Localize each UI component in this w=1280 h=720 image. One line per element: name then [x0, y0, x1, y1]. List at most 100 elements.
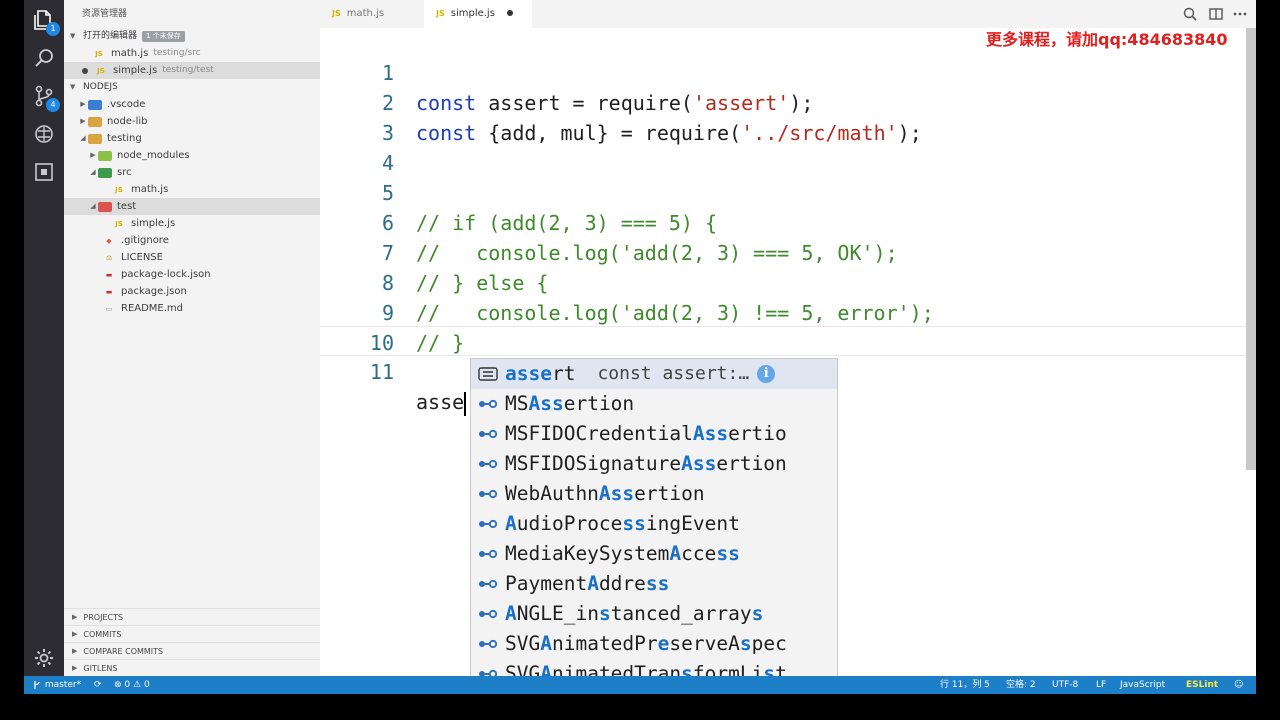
suggest-match: s — [739, 632, 752, 655]
extensions-icon[interactable] — [32, 160, 56, 184]
warning-icon: ⚠ — [133, 680, 142, 690]
chevron-down-icon: ◢ — [90, 202, 96, 210]
tree-item-simple-js[interactable]: JS simple.js — [64, 215, 320, 232]
js-file-icon: JS — [97, 66, 105, 75]
suggest-item[interactable]: AudioProce ss ingEvent — [471, 509, 837, 539]
search-icon[interactable] — [32, 46, 56, 70]
source-control-icon[interactable]: 4 — [32, 84, 60, 112]
tree-item-vscode[interactable]: ▶ .vscode — [64, 96, 320, 113]
vertical-scrollbar[interactable] — [1246, 28, 1256, 470]
split-editor-icon[interactable] — [1208, 6, 1224, 22]
tree-item-test[interactable]: ◢ test — [64, 198, 320, 215]
interface-kind-icon — [477, 486, 499, 502]
panel-label: PROJECTS — [83, 612, 124, 622]
panel-compare-commits[interactable]: ▶ COMPARE COMMITS — [64, 642, 320, 659]
tree-item-package-json[interactable]: ▬ package.json — [64, 283, 320, 300]
tree-item-label: README.md — [121, 303, 184, 314]
tab-math-js[interactable]: JS math.js — [320, 0, 424, 28]
suggest-item[interactable]: MediaKeySystem Acce ss — [471, 539, 837, 569]
more-actions-icon[interactable] — [1232, 6, 1248, 22]
suggest-list: MS Ass ertion MSFIDOCredential Ass ertio MSFID… — [471, 389, 837, 687]
panel-label: COMMITS — [83, 629, 122, 639]
code-line: 3 — [320, 88, 1256, 145]
suggest-match: A — [669, 542, 682, 565]
open-editor-simple-js[interactable]: JS simple.js testing/test — [64, 62, 320, 79]
interface-kind-icon — [477, 546, 499, 562]
suggest-item[interactable]: MS Ass ertion — [471, 389, 837, 419]
suggest-text: MSFIDOCredential — [505, 422, 693, 445]
suggest-item[interactable]: SVG AnimatedPr e serveA s pec — [471, 629, 837, 659]
tree-item-src[interactable]: ◢ src — [64, 164, 320, 181]
suggest-match: A — [540, 632, 552, 655]
markdown-icon: ▭ — [105, 304, 113, 313]
git-icon: ◆ — [106, 236, 112, 245]
tree-item-math-js[interactable]: JS math.js — [64, 181, 320, 198]
suggest-match: Ass — [692, 422, 729, 445]
chevron-right-icon: ▶ — [80, 117, 86, 125]
chevron-down-icon: ▼ — [70, 32, 76, 40]
info-icon[interactable]: i — [757, 365, 776, 383]
panel-projects[interactable]: ▶ PROJECTS — [64, 608, 320, 625]
project-header[interactable]: ▼ NODEJS — [64, 79, 320, 96]
problems-status[interactable]: ⊗ 0 ⚠ 0 — [114, 676, 150, 694]
tab-simple-js[interactable]: JS simple.js — [424, 0, 532, 28]
tree-item-label: simple.js — [131, 218, 176, 229]
eslint-status[interactable]: ESLint — [1186, 676, 1218, 694]
suggest-text: cce — [681, 542, 717, 565]
watermark: 更多课程，请加qq:484683840 — [986, 30, 1228, 49]
tab-label: math.js — [346, 8, 385, 19]
tree-item-label: LICENSE — [121, 252, 163, 263]
chevron-right-icon: ▶ — [90, 151, 96, 159]
suggest-item[interactable]: Payment Addre ss — [471, 569, 837, 599]
cursor-position[interactable]: 行 11，列 5 — [940, 676, 990, 694]
src-folder-icon — [98, 167, 112, 178]
language-mode[interactable]: JavaScript — [1120, 676, 1165, 694]
feedback-icon[interactable]: ☺ — [1234, 676, 1243, 694]
suggest-match: s — [598, 602, 611, 625]
tree-item-label: testing — [107, 133, 142, 144]
tree-item-gitignore[interactable]: ◆ .gitignore — [64, 232, 320, 249]
tree-item-label: .vscode — [107, 99, 146, 110]
tree-item-node-modules[interactable]: ▶ node_modules — [64, 147, 320, 164]
tree-item-package-lock-json[interactable]: ▬ package-lock.json — [64, 266, 320, 283]
open-changes-icon[interactable] — [1182, 6, 1198, 22]
tree-item-license[interactable]: ⚖ LICENSE — [64, 249, 320, 266]
tree-item-readme-md[interactable]: ▭ README.md — [64, 300, 320, 317]
tree-item-node-lib[interactable]: ▶ node-lib — [64, 113, 320, 130]
suggest-match: A — [505, 512, 517, 535]
suggest-text: tanced_array — [610, 602, 752, 625]
open-editors-header[interactable]: ▼ 打开的编辑器 1 个未保存 — [64, 28, 320, 45]
open-editor-name: simple.js — [113, 65, 158, 76]
tree-item-label: package-lock.json — [121, 269, 211, 280]
suggest-text: SVG — [505, 632, 541, 655]
suggest-text: ingEvent — [645, 512, 740, 535]
panel-label: COMPARE COMMITS — [83, 646, 164, 656]
source-control-badge: 4 — [46, 98, 60, 112]
indentation[interactable]: 空格: 2 — [1006, 676, 1036, 694]
suggest-text: ertion — [563, 392, 635, 415]
suggest-item[interactable]: WebAuthn Ass ertion — [471, 479, 837, 509]
suggest-item[interactable]: A NGLE_in s tanced_array s — [471, 599, 837, 629]
suggest-item-selected[interactable]: asse rt const assert:… i — [471, 359, 837, 389]
settings-gear-icon[interactable] — [32, 646, 56, 670]
tree-item-testing[interactable]: ◢ testing — [64, 130, 320, 147]
explorer-icon[interactable]: 1 — [32, 8, 60, 36]
open-editor-math-js[interactable]: JS math.js testing/src — [64, 45, 320, 62]
debug-icon[interactable] — [32, 122, 56, 146]
end-of-line[interactable]: LF — [1096, 676, 1106, 694]
tree-item-label: math.js — [131, 184, 169, 195]
current-code-line: 11 asse — [320, 326, 1256, 416]
tree-item-label: .gitignore — [121, 235, 169, 246]
chevron-right-icon: ▶ — [80, 100, 86, 108]
branch-status[interactable]: master* — [32, 676, 81, 694]
suggest-match: s — [751, 602, 764, 625]
suggest-item[interactable]: MSFIDOSignature Ass ertion — [471, 449, 837, 479]
panel-commits[interactable]: ▶ COMMITS — [64, 625, 320, 642]
encoding[interactable]: UTF-8 — [1052, 676, 1078, 694]
suggest-widget: asse rt const assert:… i MS Ass ertion MSFID… — [470, 358, 838, 688]
warning-count: 0 — [143, 680, 150, 690]
interface-kind-icon — [477, 516, 499, 532]
sync-icon[interactable]: ⟳ — [94, 676, 102, 694]
panel-gitlens[interactable]: ▶ GITLENS — [64, 659, 320, 676]
suggest-item[interactable]: MSFIDOCredential Ass ertio — [471, 419, 837, 449]
